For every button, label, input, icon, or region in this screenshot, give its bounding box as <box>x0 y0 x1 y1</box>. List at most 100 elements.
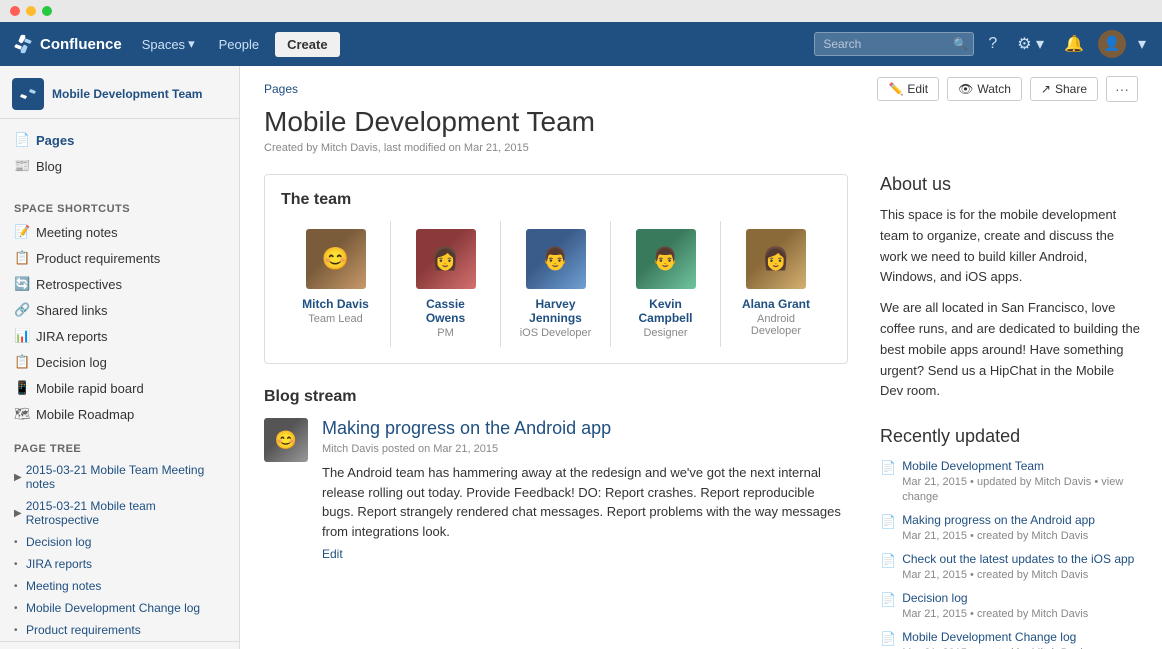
roadmap-icon: 🗺 <box>14 406 30 422</box>
recent-item-3: 📄 Decision log Mar 21, 2015 • created by… <box>880 591 1140 620</box>
bullet-icon: • <box>14 537 22 548</box>
page-icon: 📄 <box>880 592 896 608</box>
member-name-alana[interactable]: Alana Grant <box>742 297 810 311</box>
team-member-harvey: 👨 Harvey Jennings iOS Developer <box>501 221 611 347</box>
user-avatar: 👤 <box>1103 35 1120 51</box>
sidebar-item-product-requirements[interactable]: 📋 Product requirements <box>0 245 239 271</box>
help-button[interactable]: ? <box>982 31 1003 57</box>
member-role-harvey: iOS Developer <box>520 327 592 339</box>
shortcuts-list: 📝 Meeting notes 📋 Product requirements 🔄… <box>0 219 239 427</box>
sidebar-item-shared-links[interactable]: 🔗 Shared links <box>0 297 239 323</box>
member-name-mitch[interactable]: Mitch Davis <box>302 297 369 311</box>
minimize-button[interactable] <box>26 6 36 16</box>
share-icon: ↗ <box>1041 82 1051 96</box>
space-name[interactable]: Mobile Development Team <box>52 87 202 101</box>
create-button[interactable]: Create <box>275 32 339 57</box>
sidebar-nav: 📄 Pages 📰 Blog <box>0 119 239 187</box>
team-member-kevin: 👨 Kevin Campbell Designer <box>611 221 721 347</box>
maximize-button[interactable] <box>42 6 52 16</box>
edit-button[interactable]: ✏️ Edit <box>877 77 939 101</box>
recent-item-link-0[interactable]: Mobile Development Team <box>902 459 1140 473</box>
jira-icon: 📊 <box>14 328 30 344</box>
about-text-2: We are all located in San Francisco, lov… <box>880 298 1140 402</box>
sidebar-item-pages[interactable]: 📄 Pages <box>0 127 239 153</box>
avatar-harvey: 👨 <box>526 229 586 289</box>
expand-icon: ▶ <box>14 472 22 483</box>
recent-item-link-4[interactable]: Mobile Development Change log <box>902 630 1088 644</box>
team-member-alana: 👩 Alana Grant Android Developer <box>721 221 831 347</box>
sidebar-item-meeting-notes[interactable]: 📝 Meeting notes <box>0 219 239 245</box>
expand-icon: ▶ <box>14 508 22 519</box>
blog-section: Blog stream 😊 Making progress on the And… <box>264 388 848 561</box>
team-section: The team 😊 Mitch Davis Team Lead <box>264 174 848 364</box>
settings-chevron-icon: ▾ <box>1036 36 1044 53</box>
close-button[interactable] <box>10 6 20 16</box>
people-button[interactable]: People <box>211 33 267 56</box>
page-tree-item-meeting-notes[interactable]: • Meeting notes <box>0 575 239 597</box>
breadcrumb[interactable]: Pages <box>264 82 298 96</box>
team-section-title: The team <box>281 191 831 209</box>
more-actions-button[interactable]: ··· <box>1106 76 1138 102</box>
spaces-chevron-icon: ▾ <box>188 36 195 52</box>
sidebar-item-mobile-roadmap[interactable]: 🗺 Mobile Roadmap <box>0 401 239 427</box>
member-role-alana: Android Developer <box>737 313 815 337</box>
sidebar-item-retrospectives[interactable]: 🔄 Retrospectives <box>0 271 239 297</box>
breadcrumb-bar: Pages ✏️ Edit 👁 Watch ↗ Share ··· <box>240 66 1162 106</box>
gear-icon: ⚙ <box>1017 36 1031 53</box>
bullet-icon: • <box>14 625 22 636</box>
page-tree-item-retrospective-2015[interactable]: ▶ 2015-03-21 Mobile team Retrospective <box>0 495 239 531</box>
confluence-logo-icon <box>12 33 34 55</box>
page-tree-item-product-requirements[interactable]: • Product requirements <box>0 619 239 641</box>
search-input[interactable] <box>814 32 974 56</box>
product-req-icon: 📋 <box>14 250 30 266</box>
page-icon: 📄 <box>880 514 896 530</box>
about-title: About us <box>880 174 1140 195</box>
shortcuts-section-title: SPACE SHORTCUTS <box>0 195 239 219</box>
bullet-icon: • <box>14 559 22 570</box>
sidebar-item-blog[interactable]: 📰 Blog <box>0 153 239 179</box>
confluence-logo[interactable]: Confluence <box>12 33 122 55</box>
user-menu-chevron[interactable]: ▾ <box>1134 34 1150 54</box>
spaces-menu-button[interactable]: Spaces ▾ <box>134 32 203 56</box>
page-meta: Created by Mitch Davis, last modified on… <box>264 142 1138 154</box>
recent-item-meta-2: Mar 21, 2015 • created by Mitch Davis <box>902 569 1088 581</box>
recently-updated-section: Recently updated 📄 Mobile Development Te… <box>880 426 1140 649</box>
sidebar-item-mobile-rapid-board[interactable]: 📱 Mobile rapid board <box>0 375 239 401</box>
member-role-kevin: Designer <box>643 327 687 339</box>
recent-item-1: 📄 Making progress on the Android app Mar… <box>880 513 1140 542</box>
recent-item-link-2[interactable]: Check out the latest updates to the iOS … <box>902 552 1134 566</box>
blog-post-title[interactable]: Making progress on the Android app <box>322 418 848 439</box>
bullet-icon: • <box>14 603 22 614</box>
shared-links-icon: 🔗 <box>14 302 30 318</box>
side-column: About us This space is for the mobile de… <box>880 174 1140 649</box>
avatar-kevin: 👨 <box>636 229 696 289</box>
recent-item-link-3[interactable]: Decision log <box>902 591 1088 605</box>
blog-edit-link[interactable]: Edit <box>322 547 343 561</box>
page-tree-item-change-log[interactable]: • Mobile Development Change log <box>0 597 239 619</box>
space-logo-icon <box>18 84 38 104</box>
space-icon <box>12 78 44 110</box>
member-name-harvey[interactable]: Harvey Jennings <box>517 297 594 325</box>
page-tree-item-jira-reports[interactable]: • JIRA reports <box>0 553 239 575</box>
watch-button[interactable]: 👁 Watch <box>947 77 1022 101</box>
recent-item-meta-3: Mar 21, 2015 • created by Mitch Davis <box>902 608 1088 620</box>
settings-button[interactable]: ⚙ ▾ <box>1011 30 1050 58</box>
sidebar-item-decision-log[interactable]: 📋 Decision log <box>0 349 239 375</box>
recent-item-link-1[interactable]: Making progress on the Android app <box>902 513 1095 527</box>
member-name-kevin[interactable]: Kevin Campbell <box>627 297 704 325</box>
notifications-icon: 🔔 <box>1064 36 1084 53</box>
avatar-button[interactable]: 👤 <box>1098 30 1126 58</box>
page-tree-section-title: PAGE TREE <box>0 435 239 459</box>
recent-item-2: 📄 Check out the latest updates to the iO… <box>880 552 1140 581</box>
retrospectives-icon: 🔄 <box>14 276 30 292</box>
page-tree-item-decision-log[interactable]: • Decision log <box>0 531 239 553</box>
about-text-1: This space is for the mobile development… <box>880 205 1140 288</box>
notifications-button[interactable]: 🔔 <box>1058 30 1090 58</box>
sidebar-item-jira-reports[interactable]: 📊 JIRA reports <box>0 323 239 349</box>
member-name-cassie[interactable]: Cassie Owens <box>407 297 484 325</box>
share-button[interactable]: ↗ Share <box>1030 77 1098 101</box>
page-tree-item-meeting-notes-2015[interactable]: ▶ 2015-03-21 Mobile Team Meeting notes <box>0 459 239 495</box>
recent-item-meta-1: Mar 21, 2015 • created by Mitch Davis <box>902 530 1088 542</box>
window-chrome <box>0 0 1162 22</box>
logo-text: Confluence <box>40 36 122 53</box>
